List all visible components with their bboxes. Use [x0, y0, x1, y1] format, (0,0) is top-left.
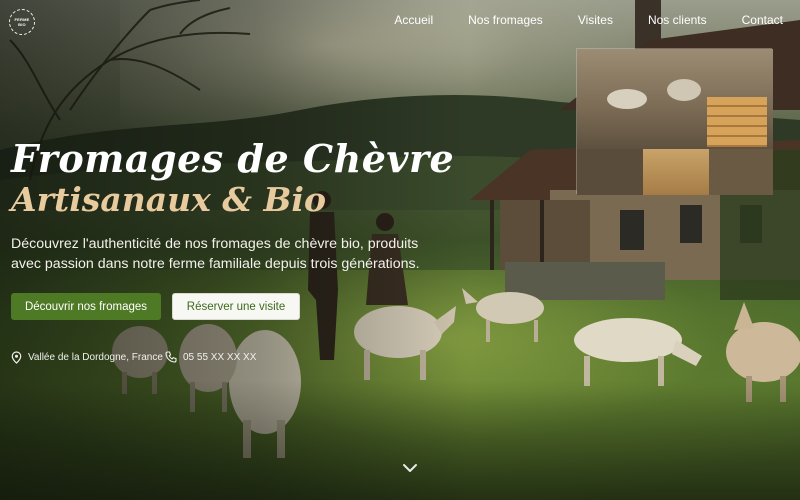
goat-right-grazing — [462, 288, 544, 342]
goat-far-right — [574, 318, 702, 386]
nav-item-nos-clients[interactable]: Nos clients — [648, 13, 707, 27]
phone-icon — [165, 351, 177, 363]
hero-section: FERME BIO Accueil Nos fromages Visites N… — [0, 0, 800, 500]
goat-cheese-photo-collage — [576, 48, 773, 195]
nav-item-accueil[interactable]: Accueil — [394, 13, 433, 27]
phone-text: 05 55 XX XX XX — [183, 351, 257, 363]
location-pin-icon — [11, 351, 22, 364]
hero-subtitle: Artisanaux & Bio — [11, 180, 326, 219]
hero-description: Découvrez l'authenticité de nos fromages… — [11, 236, 420, 272]
bottom-fade-overlay — [0, 380, 800, 500]
logo-text-line2: BIO — [18, 22, 26, 27]
phone-info[interactable]: 05 55 XX XX XX — [165, 351, 256, 363]
main-navigation: Accueil Nos fromages Visites Nos clients… — [359, 13, 783, 27]
hero-title: Fromages de Chèvre — [11, 136, 455, 181]
nav-item-contact[interactable]: Contact — [742, 13, 783, 27]
farm-logo[interactable]: FERME BIO — [9, 9, 35, 35]
nav-item-nos-fromages[interactable]: Nos fromages — [468, 13, 543, 27]
nav-item-visites[interactable]: Visites — [578, 13, 613, 27]
location-info: Vallée de la Dordogne, France — [11, 351, 163, 364]
location-text: Vallée de la Dordogne, France — [28, 352, 163, 363]
chevron-down-icon[interactable] — [402, 462, 418, 474]
discover-cheeses-button[interactable]: Découvrir nos fromages — [11, 293, 161, 320]
book-visit-button[interactable]: Réserver une visite — [172, 293, 300, 320]
